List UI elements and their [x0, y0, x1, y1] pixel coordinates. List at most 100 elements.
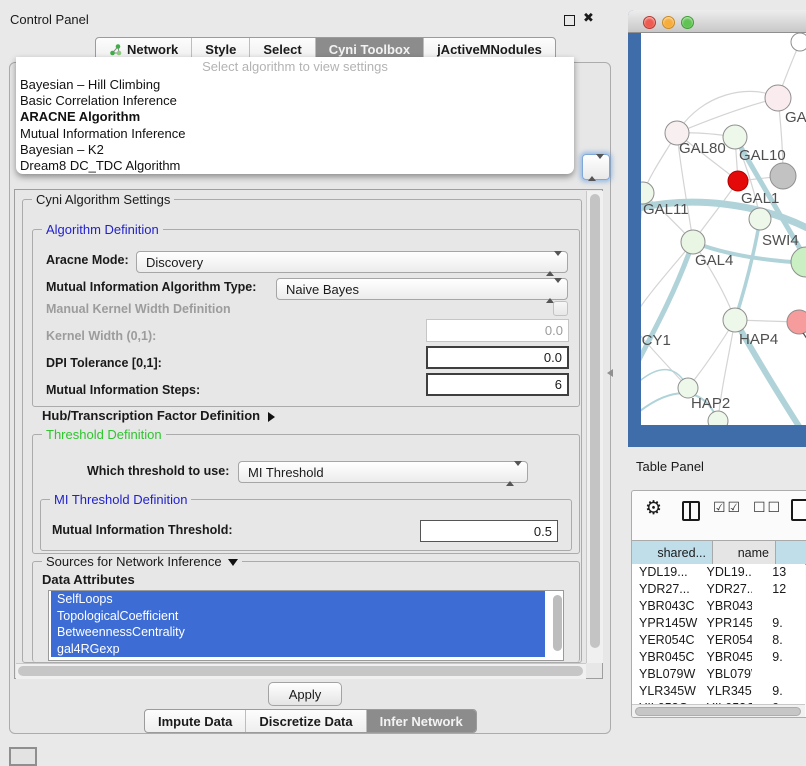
network-node-gal[interactable] [765, 85, 791, 111]
dpi-tolerance-input[interactable]: 0.0 [426, 346, 569, 369]
scrollbar-thumb[interactable] [18, 666, 583, 676]
node-label-gal4: GAL4 [695, 252, 733, 269]
manual-kernel-width-label: Manual Kernel Width Definition [46, 302, 231, 316]
table-row[interactable]: YBR043CYBR043C [632, 598, 805, 615]
columns-icon[interactable] [682, 501, 700, 521]
mi-algorithm-type-select[interactable]: Naive Bayes [276, 278, 568, 300]
network-node-gal4[interactable] [681, 230, 705, 254]
table-row[interactable]: YPR145WYPR145W9. [632, 615, 805, 632]
network-node[interactable] [708, 411, 728, 425]
kernel-width-label: Kernel Width (0,1): [46, 329, 156, 343]
zoom-window-icon[interactable] [681, 16, 694, 29]
table-row[interactable]: YBL079WYBL079W [632, 666, 805, 683]
table-cell: YBL079W [700, 666, 753, 683]
table-row[interactable]: YLR345WYLR345W9. [632, 683, 805, 700]
network-window-titlebar[interactable] [628, 10, 806, 33]
combobox-stepper-icon [588, 159, 604, 177]
dropdown-item-basic-correlation-inference[interactable]: Basic Correlation Inference [16, 93, 574, 109]
dropdown-item-aracne-algorithm[interactable]: ARACNE Algorithm [16, 109, 574, 125]
attribute-item-topologicalcoefficient[interactable]: TopologicalCoefficient [51, 608, 545, 625]
table-panel-title: Table Panel [636, 459, 704, 474]
deselect-all-icon[interactable]: ☐☐ [753, 500, 782, 516]
mi-steps-label: Mutual Information Steps: [46, 383, 200, 397]
tab-discretize-data[interactable]: Discretize Data [245, 710, 365, 732]
network-node-swi4[interactable] [791, 247, 806, 277]
kernel-width-input[interactable]: 0.0 [426, 319, 569, 342]
combobox-stepper-icon [546, 283, 562, 298]
which-threshold-value: MI Threshold [248, 465, 324, 480]
column-header-shared[interactable]: shared... [632, 541, 713, 564]
data-attributes-list[interactable]: SelfLoopsTopologicalCoefficientBetweenne… [48, 590, 564, 661]
network-edge[interactable] [641, 242, 693, 371]
mi-steps-input[interactable]: 6 [426, 373, 569, 396]
network-node-gal10[interactable] [723, 125, 747, 149]
table-cell: 9. [752, 649, 805, 666]
dropdown-item-bayesian-k2[interactable]: Bayesian – K2 [16, 142, 574, 158]
float-panel-button[interactable] [564, 15, 575, 26]
network-node[interactable] [770, 163, 796, 189]
group-title: Threshold Definition [42, 427, 166, 442]
network-edge[interactable] [641, 242, 693, 323]
table-row[interactable]: YER054CYER054C8. [632, 632, 805, 649]
table-row[interactable]: YBR045CYBR045C9. [632, 649, 805, 666]
panel-splitter-handle[interactable] [607, 369, 613, 377]
hidden-groupbox-edge [610, 143, 611, 241]
minimized-panel-button[interactable] [9, 747, 37, 766]
network-canvas[interactable]: GALGAL80GAL10GAL1GAL11SWI4GAL4GCY1HAP4YH… [641, 33, 806, 425]
column-header-name[interactable]: name [713, 541, 776, 564]
dropdown-item-bayesian-hill-climbing[interactable]: Bayesian – Hill Climbing [16, 77, 574, 93]
table-cell: YPR145W [700, 615, 753, 632]
node-label-gal10: GAL10 [739, 147, 786, 164]
tab-infer-network[interactable]: Infer Network [366, 710, 476, 732]
table-cell: YER054C [632, 632, 700, 649]
table-cell: YER054C [700, 632, 753, 649]
select-all-icon[interactable]: ☑☑ [713, 500, 742, 516]
focused-combobox-fragment[interactable] [582, 154, 610, 180]
tab-label: Style [205, 42, 236, 57]
node-label-hap4: HAP4 [739, 331, 778, 348]
table-panel: ⚙ ☑☑ ☐☐ shared...nameA YDL19...YDL19...1… [631, 490, 806, 718]
attribute-item-gal4rgexp[interactable]: gal4RGexp [51, 641, 545, 658]
dropdown-item-mutual-information-inference[interactable]: Mutual Information Inference [16, 126, 574, 142]
gear-icon[interactable]: ⚙ [645, 497, 662, 519]
table-row[interactable]: YDR27...YDR27...12 [632, 581, 805, 598]
table-horizontal-scrollbar[interactable] [632, 704, 805, 718]
apply-button[interactable]: Apply [268, 682, 342, 706]
attribute-item-betweennesscentrality[interactable]: BetweennessCentrality [51, 624, 545, 641]
settings-vertical-scrollbar[interactable] [586, 191, 603, 663]
close-panel-icon[interactable]: ✖ [583, 11, 594, 26]
dropdown-item-dream8-dc-tdc-algorithm[interactable]: Dream8 DC_TDC Algorithm [16, 158, 574, 174]
expanded-arrow-icon [228, 559, 238, 566]
sources-group-title[interactable]: Sources for Network Inference [42, 554, 242, 569]
table-cell: YLR345W [632, 683, 700, 700]
mi-threshold-input[interactable]: 0.5 [420, 520, 558, 542]
column-header-a[interactable]: A [776, 541, 806, 564]
tab-impute-data[interactable]: Impute Data [145, 710, 245, 732]
list-scrollbar-thumb[interactable] [553, 595, 562, 651]
table-cell: YDL19... [632, 564, 700, 581]
network-node[interactable] [791, 33, 806, 51]
sources-title-label: Sources for Network Inference [46, 554, 222, 569]
network-node[interactable] [749, 208, 771, 230]
export-table-icon[interactable] [791, 499, 806, 521]
close-window-icon[interactable] [643, 16, 656, 29]
settings-horizontal-scrollbar[interactable] [16, 663, 586, 679]
aracne-mode-select[interactable]: Discovery [136, 251, 568, 273]
table-row[interactable]: YDL19...YDL19...13 [632, 564, 805, 581]
aracne-mode-value: Discovery [146, 255, 203, 270]
attribute-item-selfloops[interactable]: SelfLoops [51, 591, 545, 608]
network-edge[interactable] [735, 219, 760, 320]
hub-section-label: Hub/Transcription Factor Definition [42, 408, 260, 423]
group-title: Algorithm Definition [42, 222, 163, 237]
hub-section-toggle[interactable]: Hub/Transcription Factor Definition [42, 408, 275, 423]
scrollbar-thumb[interactable] [590, 194, 600, 648]
minimize-window-icon[interactable] [662, 16, 675, 29]
network-node-hap4[interactable] [723, 308, 747, 332]
scrollbar-thumb[interactable] [635, 707, 801, 716]
node-label-gal11: GAL11 [643, 201, 689, 218]
manual-kernel-width-checkbox[interactable] [553, 301, 568, 316]
which-threshold-select[interactable]: MI Threshold [238, 461, 528, 483]
network-node-gal1[interactable] [728, 171, 748, 191]
bottom-tab-bar: Impute DataDiscretize DataInfer Network [144, 709, 477, 733]
which-threshold-label: Which threshold to use: [87, 464, 229, 478]
